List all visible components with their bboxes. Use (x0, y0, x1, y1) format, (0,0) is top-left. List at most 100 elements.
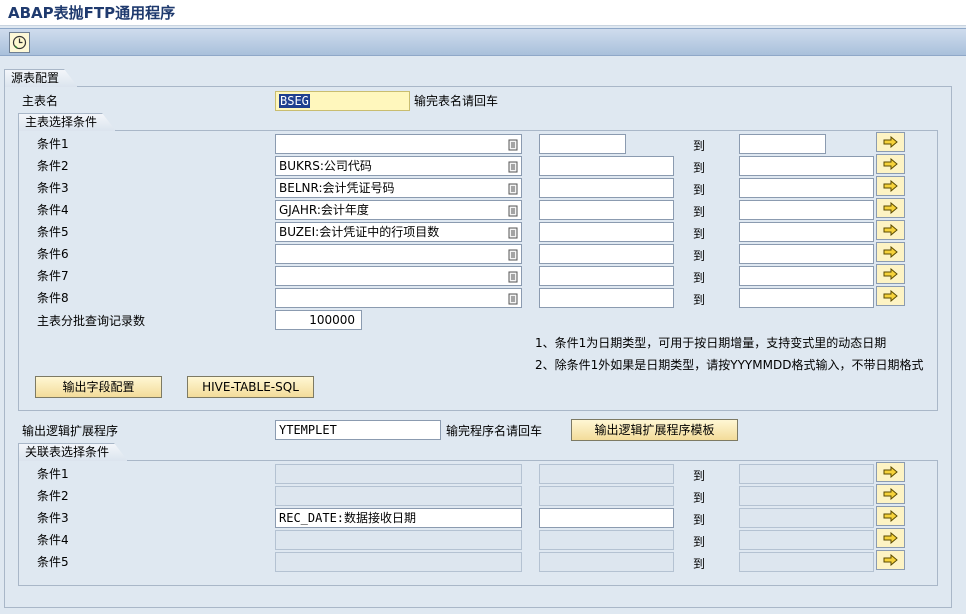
multiple-selection-arrow-icon (883, 180, 899, 192)
condition-label: 条件4 (37, 533, 69, 547)
condition-label: 条件5 (37, 555, 69, 569)
condition-2-low-input[interactable] (539, 486, 674, 506)
condition-label: 条件2 (37, 489, 69, 503)
condition-2-high-input[interactable] (739, 486, 874, 506)
condition-field-value: BUKRS:公司代码 (279, 159, 372, 173)
multiple-selection-arrow-icon (883, 510, 899, 522)
join-selection-group-title: 关联表选择条件 (18, 443, 128, 461)
ext-program-input[interactable]: YTEMPLET (275, 420, 441, 440)
main-table-input[interactable]: BSEG (275, 91, 410, 111)
condition-4-low-input[interactable] (539, 200, 674, 220)
condition-3-low-input[interactable] (539, 508, 674, 528)
multiple-selection-arrow-icon (883, 290, 899, 302)
condition-3-field[interactable]: BELNR:会计凭证号码 (275, 178, 522, 198)
condition-4-high-input[interactable] (739, 200, 874, 220)
condition-label: 条件7 (37, 269, 69, 283)
condition-7-high-input[interactable] (739, 266, 874, 286)
multiple-selection-arrow-icon (883, 268, 899, 280)
condition-5-high-input[interactable] (739, 222, 874, 242)
value-help-icon[interactable] (508, 204, 518, 217)
condition-7-multiple-selection-button[interactable] (876, 264, 905, 284)
condition-8-field[interactable] (275, 288, 522, 308)
condition-1-high-input[interactable] (739, 464, 874, 484)
condition-7-field[interactable] (275, 266, 522, 286)
condition-1-field[interactable] (275, 134, 522, 154)
page-title: ABAP表抛FTP通用程序 (8, 4, 176, 22)
to-label: 到 (693, 205, 706, 219)
condition-4-field[interactable] (275, 530, 522, 550)
condition-5-multiple-selection-button[interactable] (876, 220, 905, 240)
multiple-selection-arrow-icon (883, 554, 899, 566)
condition-8-low-input[interactable] (539, 288, 674, 308)
condition-label: 条件1 (37, 467, 69, 481)
to-label: 到 (693, 183, 706, 197)
condition-7-low-input[interactable] (539, 266, 674, 286)
condition-6-multiple-selection-button[interactable] (876, 242, 905, 262)
condition-4-field[interactable]: GJAHR:会计年度 (275, 200, 522, 220)
condition-2-multiple-selection-button[interactable] (876, 154, 905, 174)
condition-5-low-input[interactable] (539, 222, 674, 242)
condition-6-field[interactable] (275, 244, 522, 264)
multiple-selection-arrow-icon (883, 158, 899, 170)
condition-1-low-input[interactable] (539, 134, 626, 154)
condition-field-value: BELNR:会计凭证号码 (279, 181, 395, 195)
condition-3-multiple-selection-button[interactable] (876, 506, 905, 526)
condition-label: 条件2 (37, 159, 69, 173)
condition-5-low-input[interactable] (539, 552, 674, 572)
condition-1-high-input[interactable] (739, 134, 826, 154)
condition-4-low-input[interactable] (539, 530, 674, 550)
multiple-selection-arrow-icon (883, 246, 899, 258)
condition-4-high-input[interactable] (739, 530, 874, 550)
condition-8-multiple-selection-button[interactable] (876, 286, 905, 306)
value-help-icon[interactable] (508, 182, 518, 195)
condition-4-multiple-selection-button[interactable] (876, 528, 905, 548)
condition-5-multiple-selection-button[interactable] (876, 550, 905, 570)
ext-program-label: 输出逻辑扩展程序 (22, 424, 119, 438)
condition-3-high-input[interactable] (739, 508, 874, 528)
multiple-selection-arrow-icon (883, 136, 899, 148)
batch-size-input[interactable]: 100000 (275, 310, 362, 330)
title-bar: ABAP表抛FTP通用程序 (0, 0, 966, 26)
multiple-selection-arrow-icon (883, 466, 899, 478)
condition-3-multiple-selection-button[interactable] (876, 176, 905, 196)
value-help-icon[interactable] (508, 160, 518, 173)
condition-2-field[interactable] (275, 486, 522, 506)
condition-6-high-input[interactable] (739, 244, 874, 264)
to-label: 到 (693, 557, 706, 571)
condition-2-multiple-selection-button[interactable] (876, 484, 905, 504)
hive-table-sql-button[interactable]: HIVE-TABLE-SQL (187, 376, 314, 398)
condition-8-high-input[interactable] (739, 288, 874, 308)
condition-1-low-input[interactable] (539, 464, 674, 484)
condition-6-low-input[interactable] (539, 244, 674, 264)
to-label: 到 (693, 293, 706, 307)
condition-label: 条件6 (37, 247, 69, 261)
condition-1-field[interactable] (275, 464, 522, 484)
condition-5-field[interactable]: BUZEI:会计凭证中的行项目数 (275, 222, 522, 242)
to-label: 到 (693, 271, 706, 285)
value-help-icon[interactable] (508, 292, 518, 305)
condition-5-high-input[interactable] (739, 552, 874, 572)
condition-3-field[interactable]: REC_DATE:数据接收日期 (275, 508, 522, 528)
condition-5-field[interactable] (275, 552, 522, 572)
value-help-icon[interactable] (508, 270, 518, 283)
condition-3-high-input[interactable] (739, 178, 874, 198)
source-config-group-title: 源表配置 (4, 69, 78, 87)
to-label: 到 (693, 513, 706, 527)
execute-button[interactable] (9, 32, 30, 53)
condition-2-low-input[interactable] (539, 156, 674, 176)
value-help-icon[interactable] (508, 226, 518, 239)
condition-2-high-input[interactable] (739, 156, 874, 176)
condition-2-field[interactable]: BUKRS:公司代码 (275, 156, 522, 176)
value-help-icon[interactable] (508, 138, 518, 151)
output-fields-config-button[interactable]: 输出字段配置 (35, 376, 162, 398)
multiple-selection-arrow-icon (883, 202, 899, 214)
condition-4-multiple-selection-button[interactable] (876, 198, 905, 218)
ext-program-template-button[interactable]: 输出逻辑扩展程序模板 (571, 419, 738, 441)
condition-field-value: BUZEI:会计凭证中的行项目数 (279, 225, 440, 239)
condition-1-multiple-selection-button[interactable] (876, 462, 905, 482)
multiple-selection-arrow-icon (883, 224, 899, 236)
condition-1-multiple-selection-button[interactable] (876, 132, 905, 152)
value-help-icon[interactable] (508, 248, 518, 261)
condition-field-value: REC_DATE:数据接收日期 (279, 511, 417, 525)
condition-3-low-input[interactable] (539, 178, 674, 198)
